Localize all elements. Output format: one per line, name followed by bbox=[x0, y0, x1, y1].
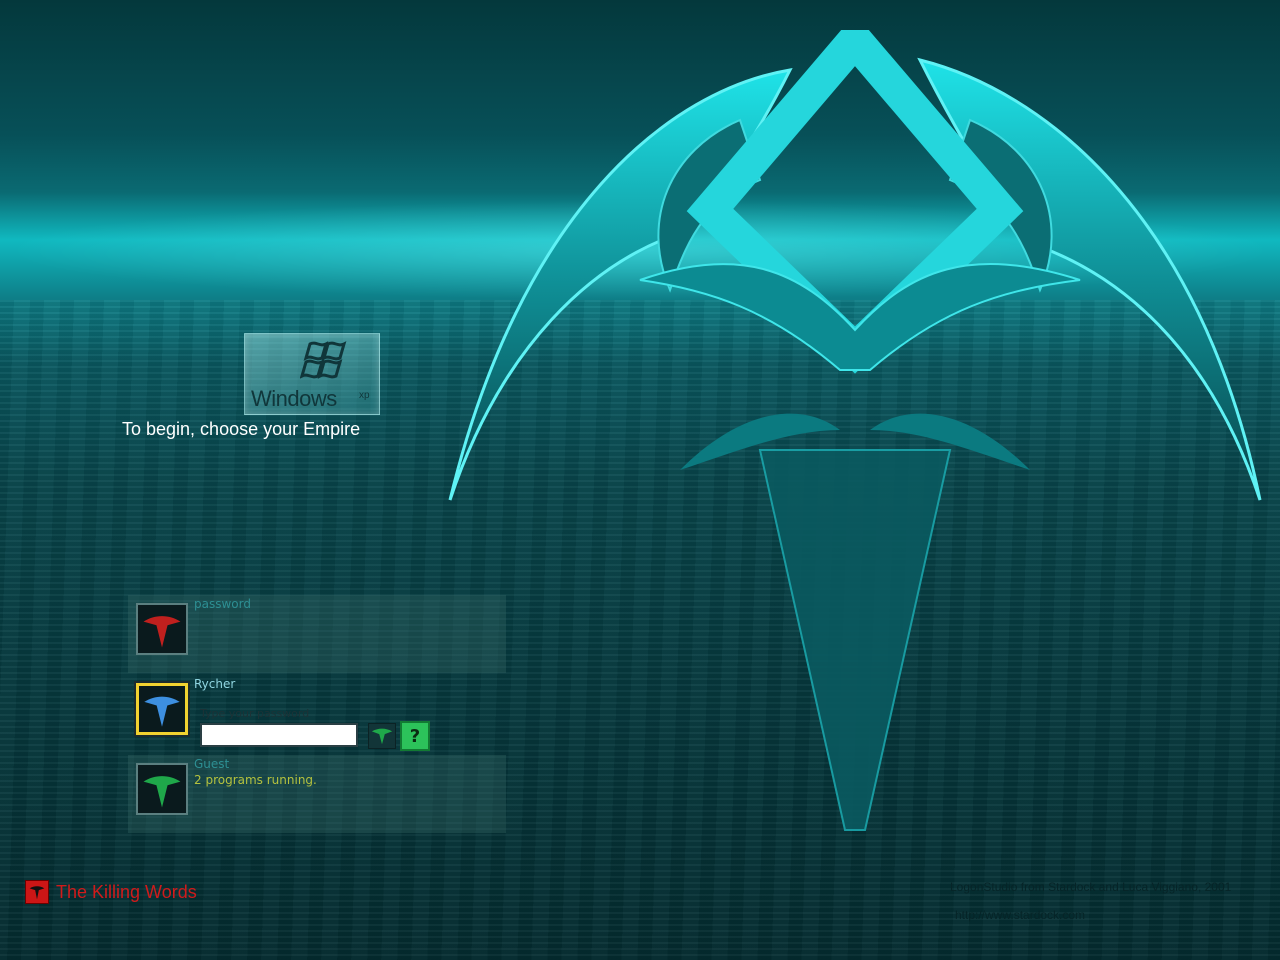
shutdown-button[interactable]: The Killing Words bbox=[25, 880, 197, 904]
login-instruction: To begin, choose your Empire bbox=[122, 419, 361, 439]
login-arrow-button[interactable] bbox=[368, 723, 396, 749]
emblem-red-icon bbox=[138, 605, 186, 653]
xp-superscript: xp bbox=[359, 390, 370, 401]
power-icon[interactable] bbox=[25, 880, 49, 904]
user-name: Guest bbox=[194, 757, 230, 771]
user-avatar-selected[interactable] bbox=[136, 683, 188, 735]
empire-emblem-logo bbox=[448, 30, 1262, 831]
user-avatar[interactable] bbox=[136, 763, 188, 815]
user-name: Rycher bbox=[194, 677, 236, 691]
password-hint-button[interactable]: ? bbox=[400, 721, 430, 751]
user-tile-password[interactable]: password bbox=[128, 595, 506, 673]
user-avatar[interactable] bbox=[136, 603, 188, 655]
user-status: 2 programs running. bbox=[194, 773, 317, 787]
windows-xp-logo: Windows xp bbox=[244, 333, 380, 415]
shutdown-label[interactable]: The Killing Words bbox=[56, 882, 197, 903]
user-name: password bbox=[194, 597, 251, 611]
emblem-green-icon bbox=[138, 765, 186, 813]
credits-url: http://www.stardock.com bbox=[955, 908, 1086, 922]
user-tile-rycher[interactable]: Rycher Type your password ? bbox=[128, 675, 506, 753]
windows-flag-icon bbox=[300, 341, 347, 379]
password-input[interactable] bbox=[200, 723, 358, 747]
emblem-go-icon bbox=[371, 728, 393, 745]
emblem-blue-icon bbox=[139, 686, 185, 732]
credits-line: LogonStudio from Stardock and Luca Viggi… bbox=[950, 880, 1232, 894]
windows-wordmark: Windows bbox=[251, 386, 337, 411]
user-tile-guest[interactable]: Guest 2 programs running. bbox=[128, 755, 506, 833]
password-label: Type your password bbox=[200, 707, 310, 720]
